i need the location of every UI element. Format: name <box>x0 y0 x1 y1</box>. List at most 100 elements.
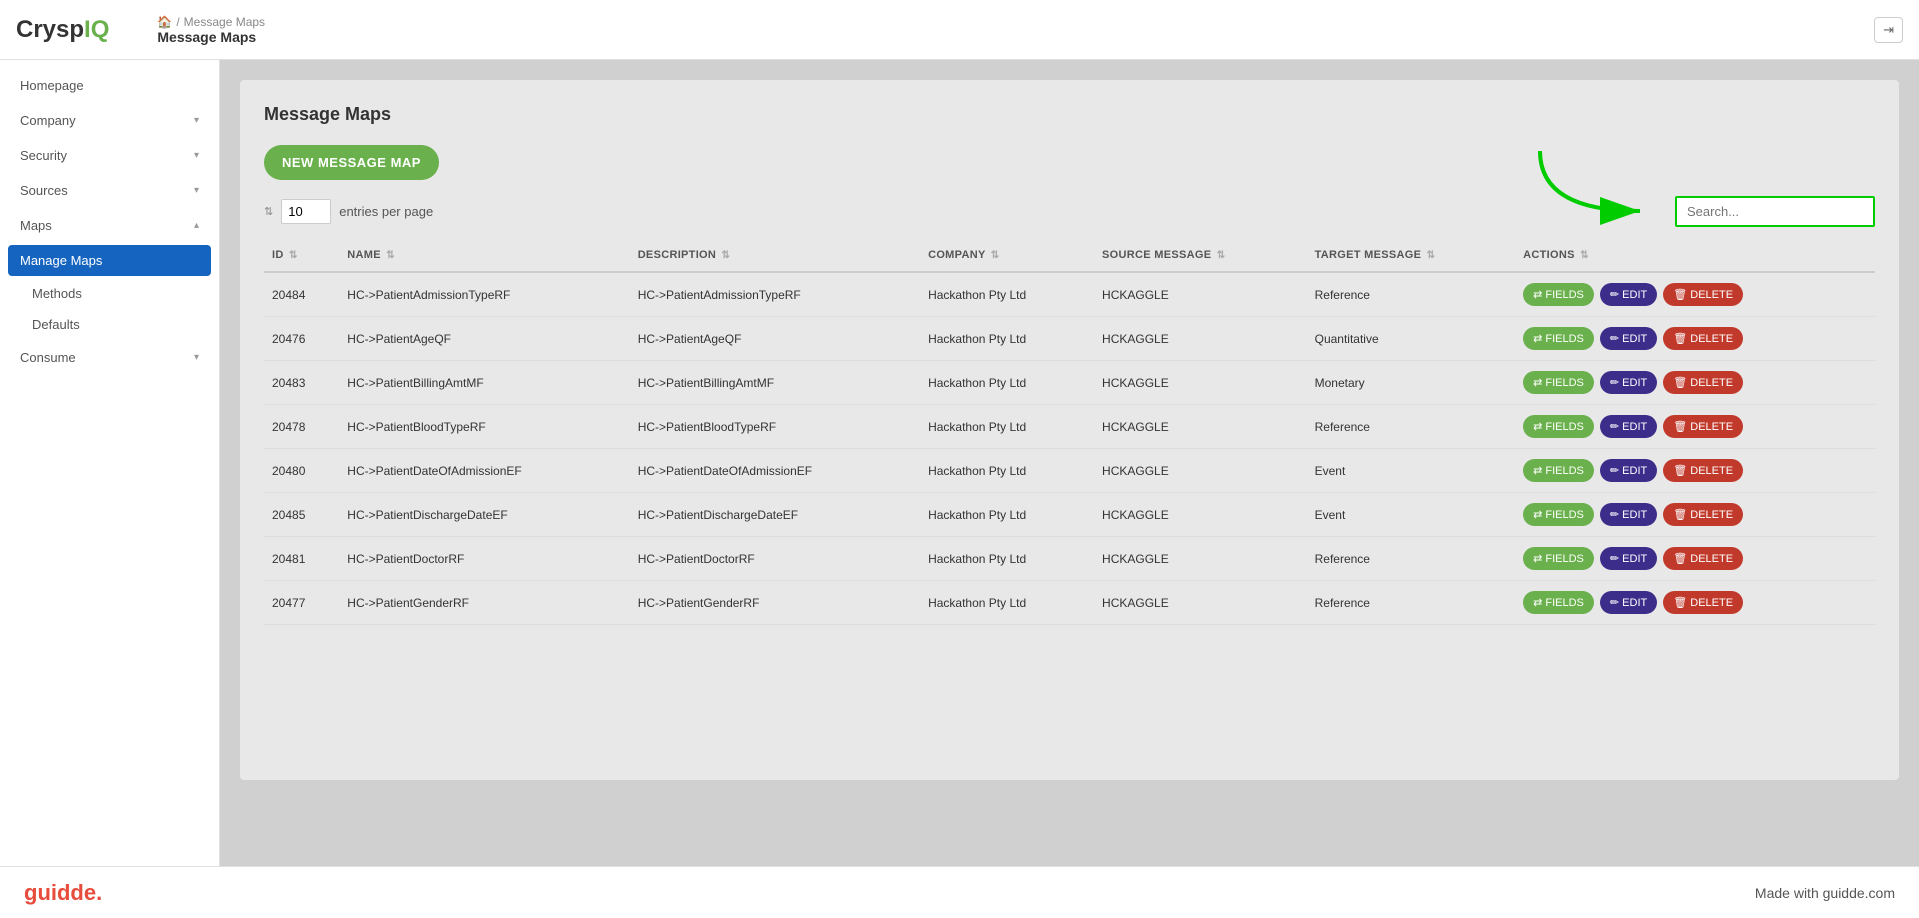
cell-company: Hackathon Pty Ltd <box>920 493 1094 537</box>
delete-button[interactable]: 🗑 DELETE <box>1663 371 1743 394</box>
cell-target-message: Reference <box>1307 405 1516 449</box>
cell-name: HC->PatientDateOfAdmissionEF <box>339 449 629 493</box>
fields-button[interactable]: ⇄ FIELDS <box>1523 415 1594 438</box>
delete-button[interactable]: 🗑 DELETE <box>1663 415 1743 438</box>
footer: guidde. Made with guidde.com <box>0 866 1919 918</box>
fields-button[interactable]: ⇄ FIELDS <box>1523 547 1594 570</box>
sidebar-item-consume[interactable]: Consume ▾ <box>0 340 219 375</box>
table-row: 20478 HC->PatientBloodTypeRF HC->Patient… <box>264 405 1875 449</box>
sort-icon[interactable]: ⇅ <box>991 250 1000 261</box>
content-area: Message Maps NEW MESSAGE MAP ⇅ entries p… <box>220 60 1919 866</box>
sort-icon[interactable]: ⇅ <box>289 250 298 261</box>
sort-icon[interactable]: ⇅ <box>722 250 731 261</box>
new-message-map-button[interactable]: NEW MESSAGE MAP <box>264 145 439 180</box>
edit-button[interactable]: ✏ EDIT <box>1600 283 1657 306</box>
logout-button[interactable]: ⇥ <box>1874 17 1903 43</box>
table-row: 20477 HC->PatientGenderRF HC->PatientGen… <box>264 581 1875 625</box>
fields-button[interactable]: ⇄ FIELDS <box>1523 283 1594 306</box>
cell-actions: ⇄ FIELDS ✏ EDIT 🗑 DELETE <box>1515 405 1875 449</box>
breadcrumb-top: 🏠 / Message Maps <box>157 15 265 29</box>
cell-name: HC->PatientDoctorRF <box>339 537 629 581</box>
table-row: 20483 HC->PatientBillingAmtMF HC->Patien… <box>264 361 1875 405</box>
cell-name: HC->PatientAgeQF <box>339 317 629 361</box>
cell-description: HC->PatientAgeQF <box>630 317 920 361</box>
col-header-name: NAME ⇅ <box>339 239 629 272</box>
sidebar-item-maps[interactable]: Maps ▴ <box>0 208 219 243</box>
cell-source-message: HCKAGGLE <box>1094 272 1307 317</box>
sidebar-sub-item-manage-maps[interactable]: Manage Maps <box>8 245 211 276</box>
col-header-actions: ACTIONS ⇅ <box>1515 239 1875 272</box>
cell-actions: ⇄ FIELDS ✏ EDIT 🗑 DELETE <box>1515 581 1875 625</box>
cell-actions: ⇄ FIELDS ✏ EDIT 🗑 DELETE <box>1515 272 1875 317</box>
sidebar-item-label: Sources <box>20 183 68 198</box>
sidebar-sub-item-defaults[interactable]: Defaults <box>0 309 219 340</box>
sort-icon[interactable]: ⇅ <box>1427 250 1436 261</box>
chevron-up-icon: ▴ <box>194 220 199 231</box>
message-maps-table: ID ⇅ NAME ⇅ DESCRIPTION ⇅ COMPANY <box>264 239 1875 625</box>
breadcrumb-current: Message Maps <box>157 29 265 45</box>
delete-button[interactable]: 🗑 DELETE <box>1663 327 1743 350</box>
sidebar: Homepage Company ▾ Security ▾ Sources ▾ … <box>0 60 220 866</box>
table-row: 20485 HC->PatientDischargeDateEF HC->Pat… <box>264 493 1875 537</box>
sidebar-item-company[interactable]: Company ▾ <box>0 103 219 138</box>
col-header-id: ID ⇅ <box>264 239 339 272</box>
cell-name: HC->PatientGenderRF <box>339 581 629 625</box>
cell-name: HC->PatientBloodTypeRF <box>339 405 629 449</box>
cell-description: HC->PatientDoctorRF <box>630 537 920 581</box>
fields-button[interactable]: ⇄ FIELDS <box>1523 591 1594 614</box>
search-input[interactable] <box>1675 196 1875 227</box>
logo: CryspIQ <box>16 16 109 44</box>
cell-company: Hackathon Pty Ltd <box>920 537 1094 581</box>
cell-target-message: Event <box>1307 493 1516 537</box>
cell-source-message: HCKAGGLE <box>1094 405 1307 449</box>
delete-button[interactable]: 🗑 DELETE <box>1663 459 1743 482</box>
cell-target-message: Reference <box>1307 581 1516 625</box>
cell-target-message: Event <box>1307 449 1516 493</box>
fields-button[interactable]: ⇄ FIELDS <box>1523 459 1594 482</box>
delete-button[interactable]: 🗑 DELETE <box>1663 591 1743 614</box>
cell-company: Hackathon Pty Ltd <box>920 317 1094 361</box>
cell-description: HC->PatientAdmissionTypeRF <box>630 272 920 317</box>
sidebar-item-label: Homepage <box>20 78 84 93</box>
edit-button[interactable]: ✏ EDIT <box>1600 459 1657 482</box>
home-icon: 🏠 <box>157 15 172 29</box>
sort-icon[interactable]: ⇅ <box>1580 250 1589 261</box>
edit-button[interactable]: ✏ EDIT <box>1600 415 1657 438</box>
cell-actions: ⇄ FIELDS ✏ EDIT 🗑 DELETE <box>1515 361 1875 405</box>
logo-text: CryspIQ <box>16 16 109 44</box>
sidebar-item-security[interactable]: Security ▾ <box>0 138 219 173</box>
edit-button[interactable]: ✏ EDIT <box>1600 327 1657 350</box>
fields-button[interactable]: ⇄ FIELDS <box>1523 327 1594 350</box>
cell-company: Hackathon Pty Ltd <box>920 581 1094 625</box>
edit-button[interactable]: ✏ EDIT <box>1600 371 1657 394</box>
cell-id: 20478 <box>264 405 339 449</box>
fields-button[interactable]: ⇄ FIELDS <box>1523 371 1594 394</box>
fields-button[interactable]: ⇄ FIELDS <box>1523 503 1594 526</box>
delete-button[interactable]: 🗑 DELETE <box>1663 283 1743 306</box>
search-container <box>1675 196 1875 227</box>
sort-icon[interactable]: ⇅ <box>1217 250 1226 261</box>
entries-bar: ⇅ entries per page <box>264 199 433 224</box>
chevron-down-icon: ▾ <box>194 115 199 126</box>
cell-source-message: HCKAGGLE <box>1094 449 1307 493</box>
content-card: Message Maps NEW MESSAGE MAP ⇅ entries p… <box>240 80 1899 780</box>
edit-button[interactable]: ✏ EDIT <box>1600 503 1657 526</box>
sidebar-item-homepage[interactable]: Homepage <box>0 68 219 103</box>
entries-per-page-input[interactable] <box>281 199 331 224</box>
delete-button[interactable]: 🗑 DELETE <box>1663 547 1743 570</box>
sort-icon[interactable]: ⇅ <box>386 250 395 261</box>
cell-actions: ⇄ FIELDS ✏ EDIT 🗑 DELETE <box>1515 317 1875 361</box>
sidebar-item-sources[interactable]: Sources ▾ <box>0 173 219 208</box>
cell-target-message: Reference <box>1307 272 1516 317</box>
breadcrumb-separator: / <box>176 15 179 29</box>
sidebar-sub-item-label: Defaults <box>32 317 80 332</box>
edit-button[interactable]: ✏ EDIT <box>1600 591 1657 614</box>
main-layout: Homepage Company ▾ Security ▾ Sources ▾ … <box>0 60 1919 866</box>
edit-button[interactable]: ✏ EDIT <box>1600 547 1657 570</box>
sidebar-sub-item-methods[interactable]: Methods <box>0 278 219 309</box>
delete-button[interactable]: 🗑 DELETE <box>1663 503 1743 526</box>
toolbar: NEW MESSAGE MAP <box>264 145 1875 180</box>
cell-name: HC->PatientDischargeDateEF <box>339 493 629 537</box>
sidebar-item-label: Consume <box>20 350 76 365</box>
cell-target-message: Reference <box>1307 537 1516 581</box>
